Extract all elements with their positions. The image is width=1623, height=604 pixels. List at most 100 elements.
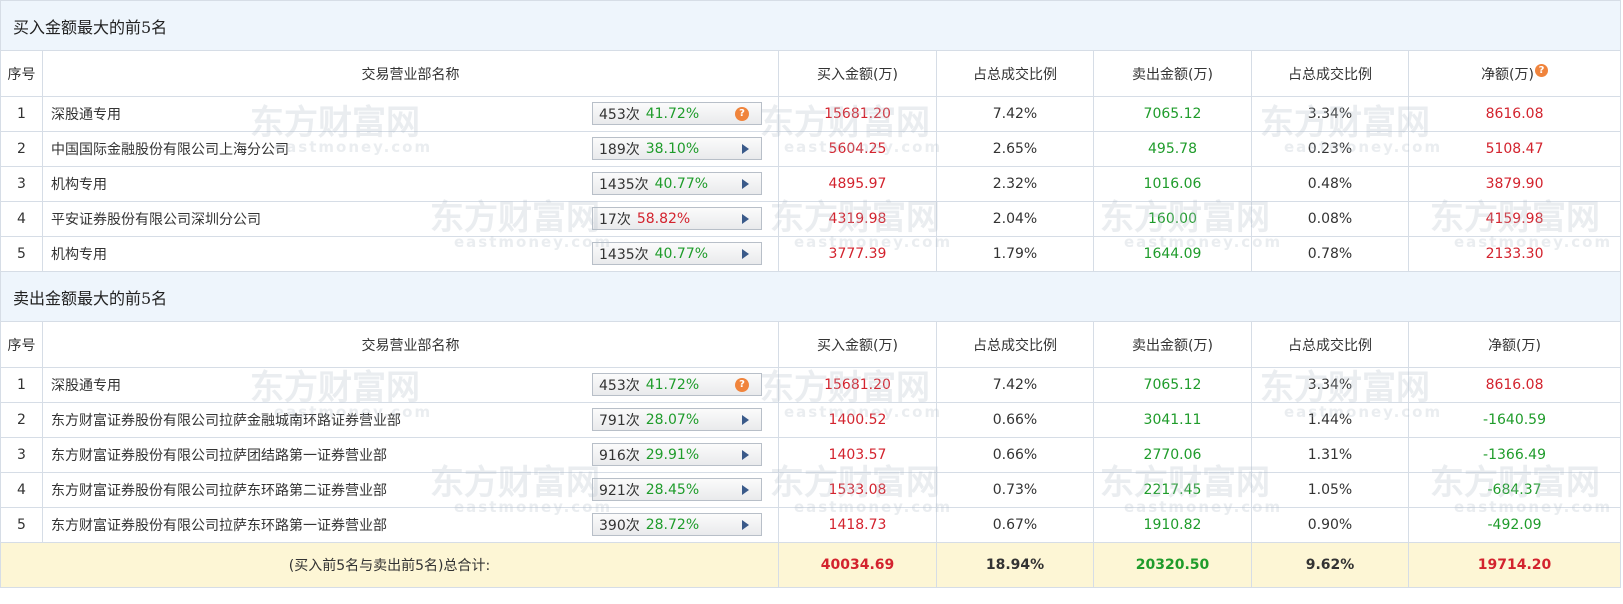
trade-count: 453次 bbox=[599, 377, 640, 394]
expand-arrow-icon[interactable] bbox=[742, 214, 749, 224]
sell-ratio: 0.23% bbox=[1251, 131, 1409, 167]
question-icon[interactable]: ? bbox=[735, 378, 749, 392]
table-row: 1 深股通专用 453次 41.72%? 15681.20 7.42% 7065.12 3.3… bbox=[0, 96, 1622, 132]
row-index: 1 bbox=[0, 96, 43, 132]
buy-ratio: 2.65% bbox=[936, 131, 1094, 167]
row-index: 5 bbox=[0, 236, 43, 272]
total-sell-ratio: 9.62% bbox=[1251, 542, 1409, 588]
lhb-table: 买入金额最大的前5名 序号 交易营业部名称 买入金额(万) 占总成交比例 卖出金… bbox=[0, 0, 1622, 588]
branch-cell: 深股通专用 453次 41.72%? bbox=[42, 96, 779, 132]
net-amount: -684.37 bbox=[1407, 472, 1622, 508]
table-row: 1 深股通专用 453次 41.72%? 15681.20 7.42% 7065.12 3.3… bbox=[0, 367, 1622, 403]
buy-amount: 1400.52 bbox=[778, 402, 937, 438]
branch-name[interactable]: 深股通专用 bbox=[51, 378, 121, 394]
net-amount: 4159.98 bbox=[1407, 201, 1622, 237]
table-row: 3 机构专用 1435次 40.77% 4895.97 2.32% 1016.06 0.48%… bbox=[0, 166, 1622, 202]
header-name: 交易营业部名称 bbox=[42, 50, 779, 97]
buy-ratio: 1.79% bbox=[936, 236, 1094, 272]
sell-amount: 1910.82 bbox=[1093, 507, 1252, 543]
sell-ratio: 3.34% bbox=[1251, 367, 1409, 403]
buy-amount: 1418.73 bbox=[778, 507, 937, 543]
expand-arrow-icon[interactable] bbox=[742, 485, 749, 495]
question-icon[interactable]: ? bbox=[735, 107, 749, 121]
trade-count-button[interactable]: 453次 41.72%? bbox=[592, 102, 762, 125]
branch-name[interactable]: 东方财富证券股份有限公司拉萨团结路第一证券营业部 bbox=[51, 448, 387, 464]
expand-arrow-icon[interactable] bbox=[742, 179, 749, 189]
expand-arrow-icon[interactable] bbox=[742, 144, 749, 154]
trade-count-button[interactable]: 1435次 40.77% bbox=[592, 172, 762, 195]
row-index: 2 bbox=[0, 131, 43, 167]
header-idx: 序号 bbox=[0, 321, 43, 368]
win-rate: 29.91% bbox=[645, 446, 700, 463]
sell-header-row: 序号 交易营业部名称 买入金额(万) 占总成交比例 卖出金额(万) 占总成交比例… bbox=[0, 321, 1622, 368]
branch-cell: 机构专用 1435次 40.77% bbox=[42, 166, 779, 202]
table-row: 5 东方财富证券股份有限公司拉萨东环路第一证券营业部 390次 28.72% 1418.… bbox=[0, 507, 1622, 543]
trade-count: 189次 bbox=[599, 141, 640, 158]
branch-cell: 东方财富证券股份有限公司拉萨东环路第一证券营业部 390次 28.72% bbox=[42, 507, 779, 543]
sell-amount: 160.00 bbox=[1093, 201, 1252, 237]
header-buy-ratio: 占总成交比例 bbox=[936, 50, 1094, 97]
sell-amount: 2770.06 bbox=[1093, 437, 1252, 473]
win-rate: 38.10% bbox=[645, 140, 700, 157]
header-net-label: 净额(万) bbox=[1481, 66, 1534, 83]
trade-count: 390次 bbox=[599, 517, 640, 534]
trade-count: 17次 bbox=[599, 211, 631, 228]
sell-ratio: 1.05% bbox=[1251, 472, 1409, 508]
trade-count-button[interactable]: 453次 41.72%? bbox=[592, 373, 762, 396]
branch-cell: 中国国际金融股份有限公司上海分公司 189次 38.10% bbox=[42, 131, 779, 167]
header-sell: 卖出金额(万) bbox=[1093, 50, 1252, 97]
win-rate: 28.45% bbox=[645, 481, 700, 498]
buy-amount: 3777.39 bbox=[778, 236, 937, 272]
table-row: 2 东方财富证券股份有限公司拉萨金融城南环路证券营业部 791次 28.07% 1400… bbox=[0, 402, 1622, 438]
buy-amount: 4319.98 bbox=[778, 201, 937, 237]
expand-arrow-icon[interactable] bbox=[742, 520, 749, 530]
table-row: 2 中国国际金融股份有限公司上海分公司 189次 38.10% 5604.25 2.65%… bbox=[0, 131, 1622, 167]
branch-name[interactable]: 东方财富证券股份有限公司拉萨东环路第二证券营业部 bbox=[51, 483, 387, 499]
branch-name[interactable]: 平安证券股份有限公司深圳分公司 bbox=[51, 212, 261, 228]
buy-ratio: 0.67% bbox=[936, 507, 1094, 543]
net-amount: -1640.59 bbox=[1407, 402, 1622, 438]
trade-count-button[interactable]: 390次 28.72% bbox=[592, 513, 762, 536]
row-index: 4 bbox=[0, 472, 43, 508]
branch-name[interactable]: 东方财富证券股份有限公司拉萨东环路第一证券营业部 bbox=[51, 518, 387, 534]
sell-ratio: 1.31% bbox=[1251, 437, 1409, 473]
expand-arrow-icon[interactable] bbox=[742, 415, 749, 425]
buy-ratio: 0.66% bbox=[936, 437, 1094, 473]
buy-ratio: 0.66% bbox=[936, 402, 1094, 438]
table-row: 4 平安证券股份有限公司深圳分公司 17次 58.82% 4319.98 2.04% 160… bbox=[0, 201, 1622, 237]
trade-count: 1435次 bbox=[599, 246, 649, 263]
expand-arrow-icon[interactable] bbox=[742, 249, 749, 259]
branch-name[interactable]: 东方财富证券股份有限公司拉萨金融城南环路证券营业部 bbox=[51, 413, 401, 429]
header-sell-ratio: 占总成交比例 bbox=[1251, 321, 1409, 368]
trade-count-button[interactable]: 791次 28.07% bbox=[592, 408, 762, 431]
buy-amount: 5604.25 bbox=[778, 131, 937, 167]
buy-amount: 1403.57 bbox=[778, 437, 937, 473]
sell-amount: 7065.12 bbox=[1093, 96, 1252, 132]
sell-ratio: 3.34% bbox=[1251, 96, 1409, 132]
table-row: 3 东方财富证券股份有限公司拉萨团结路第一证券营业部 916次 29.91% 1403.… bbox=[0, 437, 1622, 473]
trade-count-button[interactable]: 1435次 40.77% bbox=[592, 242, 762, 265]
branch-name[interactable]: 机构专用 bbox=[51, 177, 107, 193]
net-amount: -492.09 bbox=[1407, 507, 1622, 543]
trade-count-button[interactable]: 189次 38.10% bbox=[592, 137, 762, 160]
total-sell: 20320.50 bbox=[1093, 542, 1252, 588]
trade-count-button[interactable]: 17次 58.82% bbox=[592, 207, 762, 230]
row-index: 1 bbox=[0, 367, 43, 403]
buy-ratio: 2.32% bbox=[936, 166, 1094, 202]
total-buy: 40034.69 bbox=[778, 542, 937, 588]
help-icon[interactable]: ? bbox=[1535, 63, 1548, 77]
sell-ratio: 0.08% bbox=[1251, 201, 1409, 237]
header-sell-ratio: 占总成交比例 bbox=[1251, 50, 1409, 97]
branch-name[interactable]: 机构专用 bbox=[51, 247, 107, 263]
branch-cell: 东方财富证券股份有限公司拉萨金融城南环路证券营业部 791次 28.07% bbox=[42, 402, 779, 438]
branch-name[interactable]: 深股通专用 bbox=[51, 107, 121, 123]
branch-name[interactable]: 中国国际金融股份有限公司上海分公司 bbox=[51, 142, 289, 158]
expand-arrow-icon[interactable] bbox=[742, 450, 749, 460]
trade-count-button[interactable]: 921次 28.45% bbox=[592, 478, 762, 501]
net-amount: 8616.08 bbox=[1407, 96, 1622, 132]
branch-cell: 东方财富证券股份有限公司拉萨东环路第二证券营业部 921次 28.45% bbox=[42, 472, 779, 508]
win-rate: 41.72% bbox=[645, 105, 700, 122]
trade-count-button[interactable]: 916次 29.91% bbox=[592, 443, 762, 466]
row-index: 2 bbox=[0, 402, 43, 438]
trade-count: 916次 bbox=[599, 447, 640, 464]
